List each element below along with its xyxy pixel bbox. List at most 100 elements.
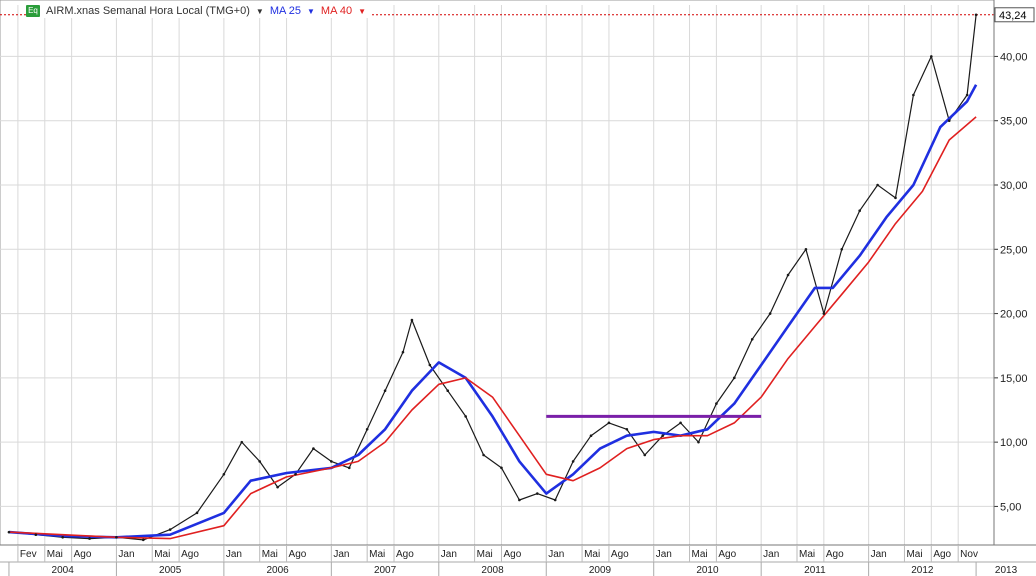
x-month-label: Mai xyxy=(906,549,922,560)
price-point xyxy=(947,119,951,123)
price-point xyxy=(750,337,754,341)
price-point xyxy=(61,535,64,539)
x-month-label: Mai xyxy=(369,549,385,560)
price-point xyxy=(679,421,682,425)
chart-window: 5,00 10,00 15,00 20,00 25,00 30,00 35,00 40,00 4… xyxy=(0,0,1036,576)
y-tick-label: 20,00 xyxy=(1000,309,1028,321)
x-month-label: Mai xyxy=(477,549,493,560)
ma25-label[interactable]: MA 25 xyxy=(270,5,301,17)
ma25-dropdown-icon[interactable]: ▼ xyxy=(307,7,315,16)
x-month-label: Mai xyxy=(584,549,600,560)
x-month-label: Ago xyxy=(181,549,199,560)
x-month-label: Jan xyxy=(871,549,887,560)
symbol-dropdown-icon[interactable]: ▼ xyxy=(256,7,264,16)
x-month-label: Ago xyxy=(503,549,521,560)
price-point xyxy=(589,434,593,438)
x-month-label: Ago xyxy=(74,549,92,560)
x-month-label: Ago xyxy=(933,549,951,560)
price-point xyxy=(822,312,826,315)
x-month-label: Nov xyxy=(960,549,978,560)
y-tick-label: 15,00 xyxy=(1000,373,1028,385)
price-point xyxy=(965,93,969,97)
price-point xyxy=(858,209,861,213)
x-year-label: 2007 xyxy=(374,565,397,576)
x-month-label: Jan xyxy=(763,549,779,560)
y-tick-label: 25,00 xyxy=(1000,244,1028,256)
price-point xyxy=(894,196,897,200)
x-month-label: Jan xyxy=(441,549,457,560)
price-point xyxy=(715,402,718,405)
price-point xyxy=(625,427,629,431)
x-month-label: Jan xyxy=(333,549,349,560)
price-point xyxy=(500,466,503,470)
price-point xyxy=(571,460,575,463)
x-month-label: Fev xyxy=(20,549,37,560)
y-tick-label: 40,00 xyxy=(1000,51,1028,63)
price-point xyxy=(733,376,736,380)
y-tick-label: 30,00 xyxy=(1000,180,1028,192)
price-point xyxy=(195,511,199,515)
price-point xyxy=(482,453,485,457)
x-month-label: Mai xyxy=(692,549,708,560)
x-month-label: Ago xyxy=(718,549,736,560)
price-point xyxy=(768,312,772,315)
price-point xyxy=(876,183,879,187)
price-point xyxy=(347,466,351,470)
y-tick-label: 35,00 xyxy=(1000,116,1028,128)
x-month-label: Mai xyxy=(799,549,815,560)
price-point xyxy=(428,363,432,367)
x-year-label: 2008 xyxy=(481,565,504,576)
x-month-label: Mai xyxy=(154,549,170,560)
x-month-label: Mai xyxy=(47,549,63,560)
x-year-label: 2004 xyxy=(52,565,75,576)
price-chart[interactable]: 5,00 10,00 15,00 20,00 25,00 30,00 35,00 40,00 4… xyxy=(0,0,1036,576)
price-point xyxy=(88,537,91,540)
chart-legend: Eq AIRM.xnas Semanal Hora Local (TMG+0) … xyxy=(26,4,371,18)
symbol-label[interactable]: AIRM.xnas Semanal Hora Local (TMG+0) xyxy=(46,5,250,17)
x-month-label: Jan xyxy=(118,549,134,560)
price-point xyxy=(410,318,414,322)
price-point xyxy=(222,472,226,476)
x-month-label: Ago xyxy=(611,549,629,560)
price-point xyxy=(804,247,808,251)
x-month-label: Ago xyxy=(826,549,844,560)
ma40-dropdown-icon[interactable]: ▼ xyxy=(358,7,366,16)
price-point xyxy=(607,421,611,425)
price-point xyxy=(365,427,369,431)
ma40-label[interactable]: MA 40 xyxy=(321,5,352,17)
price-point xyxy=(786,273,790,277)
price-point xyxy=(535,492,539,495)
price-point xyxy=(7,530,11,534)
x-year-label: 2005 xyxy=(159,565,182,576)
price-point xyxy=(464,415,467,418)
price-point xyxy=(912,93,915,97)
x-month-label: Jan xyxy=(656,549,672,560)
price-point xyxy=(446,389,450,393)
x-month-label: Ago xyxy=(396,549,414,560)
price-point xyxy=(258,460,261,463)
y-tick-label: 5,00 xyxy=(1000,501,1021,513)
y-tick-label: 10,00 xyxy=(1000,437,1028,449)
price-point xyxy=(294,472,297,476)
price-point xyxy=(643,453,647,457)
price-point xyxy=(661,434,664,438)
x-year-label: 2009 xyxy=(589,565,612,576)
price-point xyxy=(312,447,315,450)
price-point xyxy=(141,538,145,542)
price-point xyxy=(974,13,978,17)
x-year-label: 2010 xyxy=(696,565,719,576)
price-point xyxy=(553,498,557,502)
equity-badge-icon: Eq xyxy=(26,5,40,17)
price-point xyxy=(276,485,279,489)
x-year-label: 2013 xyxy=(995,565,1018,576)
price-point xyxy=(401,350,405,354)
x-month-label: Ago xyxy=(289,549,307,560)
price-point xyxy=(383,389,387,393)
price-point xyxy=(34,533,38,537)
x-month-label: Jan xyxy=(226,549,242,560)
x-year-label: 2011 xyxy=(804,565,826,576)
price-point xyxy=(697,440,700,444)
price-point xyxy=(240,440,244,444)
price-point xyxy=(840,247,844,251)
x-year-label: 2006 xyxy=(266,565,289,576)
